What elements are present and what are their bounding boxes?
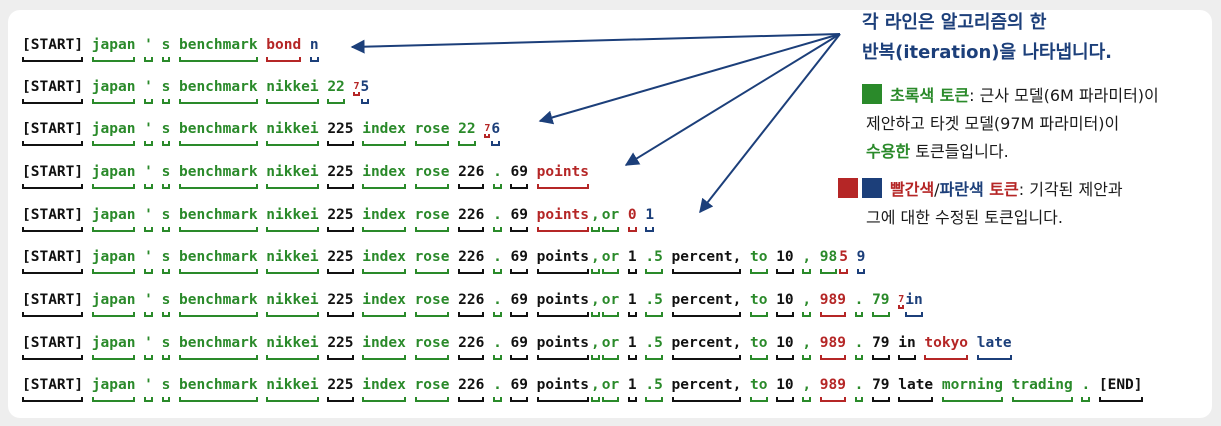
annotation-arrow bbox=[350, 33, 841, 54]
arrows-layer bbox=[350, 33, 841, 214]
annotation-arrow bbox=[624, 33, 841, 166]
annotation-arrow bbox=[538, 33, 841, 125]
annotation-arrow bbox=[699, 33, 841, 214]
